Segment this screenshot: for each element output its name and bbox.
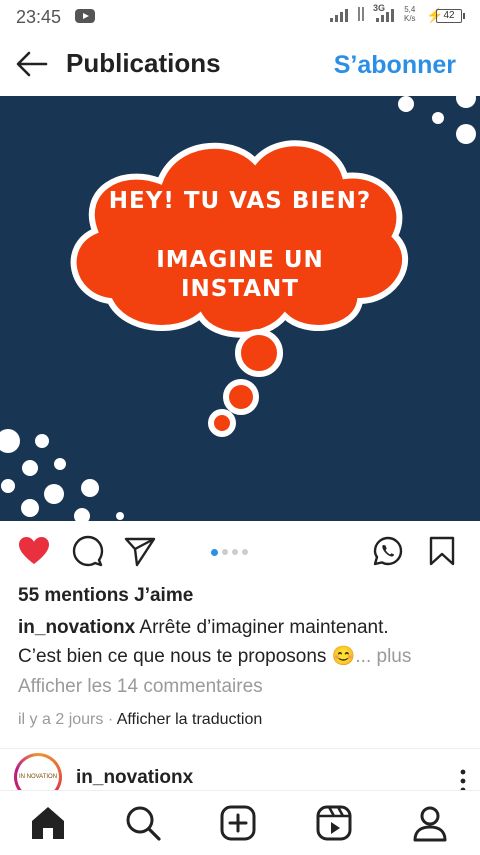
network-speed-value: 5,4 [404,5,416,14]
post-timestamp: il y a 2 jours [18,711,104,728]
battery-indicator: 42 [436,9,465,23]
comment-icon[interactable] [72,535,104,567]
image-text-greeting: HEY! TU VAS BIEN? [108,188,372,214]
data-transfer-icon [356,6,366,22]
carousel-dot-3 [232,549,238,555]
like-heart-icon[interactable] [18,535,50,567]
arrow-left-icon[interactable] [14,49,50,79]
bookmark-icon[interactable] [426,535,458,567]
signal-strength-icon [330,8,348,22]
see-more-link[interactable]: ... plus [355,646,411,667]
likes-count[interactable]: 55 mentions J’aime [18,585,193,607]
status-time: 23:45 [16,7,62,27]
profile-icon[interactable] [410,803,450,843]
post-actions [0,521,480,581]
view-comments-link[interactable]: Afficher les 14 commentaires [18,676,263,698]
network-speed-unit: K/s [404,14,416,23]
search-icon[interactable] [123,803,163,843]
caption-emoji: 😊 [331,646,356,667]
post-caption: in_novationx Arrête d’imaginer maintenan… [18,613,468,671]
caption-line-2: C’est bien ce que nous te proposons [18,646,327,667]
post-image[interactable]: HEY! TU VAS BIEN? IMAGINE UN INSTANT [0,96,480,521]
signal-strength-icon-2 [376,8,394,22]
add-post-icon[interactable] [218,803,258,843]
image-text-message: IMAGINE UN INSTANT [60,246,420,304]
subscribe-button[interactable]: S’abonner [334,51,456,80]
top-bar: Publications S’abonner [0,32,480,96]
share-send-icon[interactable] [124,535,156,567]
caption-line-1: Arrête d’imaginer maintenant. [139,617,389,638]
translate-link[interactable]: Afficher la traduction [117,711,263,728]
carousel-dot-1 [211,548,218,556]
post-image-artwork [0,96,476,521]
status-bar: 23:45 3G 5,4 K/s ⚡ 42 [0,0,480,32]
image-text-line-2: INSTANT [180,276,299,302]
network-speed: 5,4 K/s [404,5,416,23]
home-icon[interactable] [28,803,68,843]
carousel-dot-2 [222,549,228,555]
youtube-notification-icon [75,9,95,23]
reels-icon[interactable] [314,803,354,843]
carousel-dot-4 [242,549,248,555]
page-title: Publications [66,48,221,78]
image-text-line-1: IMAGINE UN [156,247,324,273]
carousel-indicator [211,548,248,556]
caption-username[interactable]: in_novationx [18,617,135,638]
bottom-navigation [0,790,480,855]
meta-separator: · [103,711,117,728]
whatsapp-icon[interactable] [372,535,404,567]
post-meta: il y a 2 jours · Afficher la traduction [18,711,262,729]
next-post-username[interactable]: in_novationx [76,767,193,789]
